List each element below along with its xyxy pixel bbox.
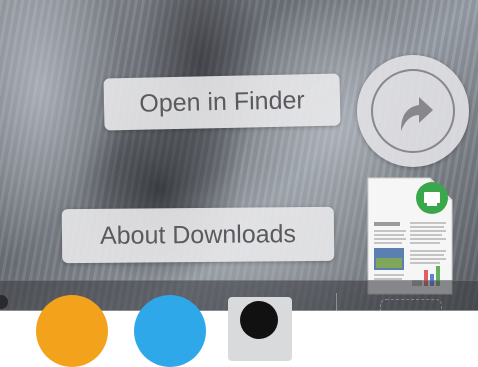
about-downloads-button[interactable]: About Downloads	[61, 206, 335, 264]
dock-stack-slot[interactable]	[380, 299, 442, 331]
dock-app-icon-orange[interactable]	[36, 295, 108, 367]
open-in-finder-label: Open in Finder	[139, 85, 305, 118]
dock-app-icon-black[interactable]	[240, 301, 278, 339]
open-stack-button[interactable]	[357, 55, 469, 167]
dock-divider	[336, 293, 337, 311]
dock-app-icon-gray[interactable]	[0, 295, 8, 309]
document-thumbnail-icon[interactable]	[366, 172, 454, 296]
open-in-finder-button[interactable]: Open in Finder	[103, 73, 341, 131]
dock-app-icon-blue[interactable]	[134, 295, 206, 367]
curved-arrow-icon	[401, 97, 433, 131]
dock	[0, 280, 478, 367]
about-downloads-label: About Downloads	[99, 219, 297, 250]
